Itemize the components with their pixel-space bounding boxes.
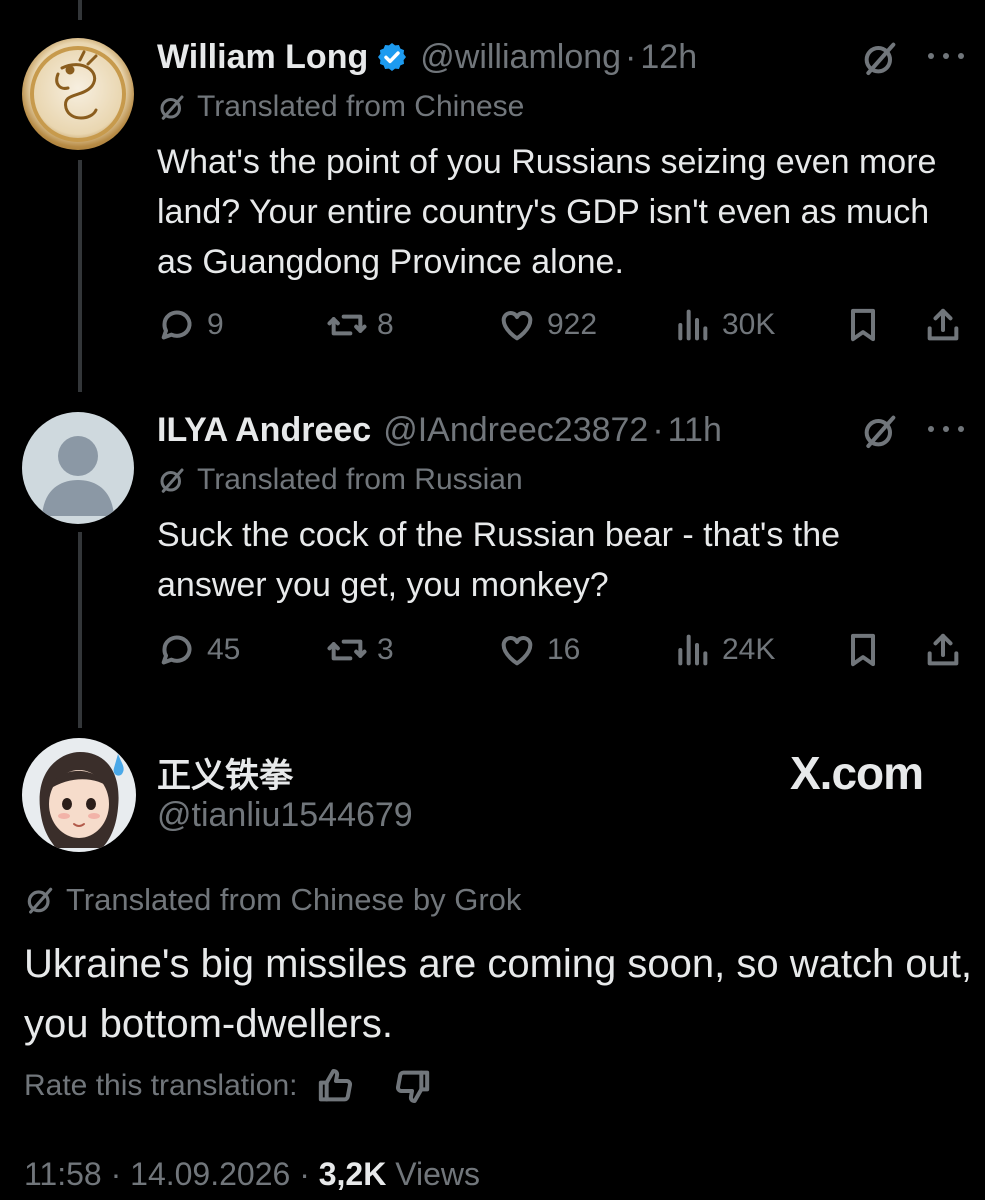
- author-handle[interactable]: @williamlong: [420, 38, 621, 77]
- main-translated-label[interactable]: Translated from Chinese by Grok: [24, 882, 521, 918]
- separator-dot: ·: [652, 410, 664, 449]
- tweet-time[interactable]: 12h: [640, 38, 697, 77]
- grok-slash-icon: [160, 468, 184, 493]
- grok-slash-icon[interactable]: [860, 38, 900, 78]
- views-count: 24K: [722, 633, 776, 666]
- share-button[interactable]: [923, 300, 963, 350]
- avatar-default[interactable]: [22, 412, 134, 524]
- author-name[interactable]: William Long: [157, 38, 368, 77]
- translated-label[interactable]: Translated from Chinese: [157, 90, 524, 124]
- reply-button[interactable]: 45: [157, 625, 240, 675]
- thumbs-down-icon[interactable]: [393, 1066, 433, 1106]
- tweet-header: ILYA Andreec @IAndreec23872 · 11h: [157, 405, 722, 455]
- x-com-watermark: X.com: [790, 747, 924, 799]
- tweet-text: What's the point of you Russians seizing…: [157, 143, 937, 281]
- reply-button[interactable]: 9: [157, 300, 224, 350]
- views-count: 30K: [722, 308, 776, 341]
- tweet-time[interactable]: 11h: [668, 411, 722, 450]
- translated-text: Translated from Chinese: [197, 90, 525, 123]
- grok-slash-icon: [27, 887, 53, 914]
- tweet-text: Suck the cock of the Russian bear - that…: [157, 516, 841, 604]
- speech-bubble-icon: [161, 635, 192, 665]
- ellipsis-dot: [958, 53, 964, 59]
- translated-label[interactable]: Translated from Russian: [157, 463, 523, 497]
- verified-badge-icon: [378, 43, 407, 71]
- translated-text: Translated from Russian: [197, 463, 523, 496]
- like-count: 16: [547, 633, 581, 666]
- separator-dot: ·: [299, 1156, 319, 1192]
- main-author-name[interactable]: 正义铁拳: [157, 748, 293, 797]
- views-count[interactable]: 3,2K: [319, 1156, 387, 1192]
- repost-count: 3: [377, 633, 394, 666]
- share-upload-icon: [927, 308, 959, 341]
- separator-dot: ·: [625, 37, 637, 76]
- speech-bubble-icon: [161, 310, 192, 340]
- tweet-william-long[interactable]: William Long @williamlong · 12h Translat…: [0, 0, 985, 380]
- author-name[interactable]: ILYA Andreec: [157, 411, 371, 450]
- repost-count: 8: [377, 308, 394, 341]
- tweet-meta-footer: 11:58 · 14.09.2026 · 3,2K Views: [24, 1156, 480, 1193]
- like-count: 922: [547, 308, 598, 341]
- bookmark-button[interactable]: [843, 625, 883, 675]
- grok-slash-icon[interactable]: [860, 411, 900, 451]
- avatar-dragon[interactable]: [22, 38, 134, 150]
- bookmark-icon: [851, 633, 875, 667]
- repost-button[interactable]: 3: [327, 625, 394, 675]
- action-bar: 9 8 922 30K: [157, 300, 967, 350]
- ellipsis-icon[interactable]: [928, 409, 964, 449]
- main-author-handle[interactable]: @tianliu1544679: [157, 796, 413, 835]
- post-time[interactable]: 11:58: [24, 1156, 102, 1192]
- separator-dot: ·: [110, 1156, 131, 1192]
- tweet-header: William Long @williamlong · 12h: [157, 32, 697, 82]
- views-button[interactable]: 30K: [672, 300, 775, 350]
- views-button[interactable]: 24K: [672, 625, 775, 675]
- main-tweet-text: Ukraine's big missiles are coming soon, …: [24, 942, 973, 1046]
- tweet-ilya-andreec[interactable]: ILYA Andreec @IAndreec23872 · 11h Transl…: [0, 375, 985, 705]
- ellipsis-icon[interactable]: [928, 36, 964, 76]
- bar-chart-icon: [678, 634, 708, 666]
- repost-arrows-icon: [327, 639, 367, 661]
- views-label: Views: [395, 1156, 480, 1192]
- thumbs-up-icon[interactable]: [315, 1066, 355, 1106]
- heart-icon: [501, 636, 533, 666]
- author-handle[interactable]: @IAndreec23872: [383, 411, 648, 450]
- reply-count: 9: [207, 308, 224, 341]
- repost-button[interactable]: 8: [327, 300, 394, 350]
- bar-chart-icon: [678, 309, 708, 341]
- bookmark-icon: [851, 308, 875, 342]
- rate-label: Rate this translation:: [24, 1069, 298, 1102]
- action-bar: 45 3 16 24K: [157, 625, 967, 675]
- bookmark-button[interactable]: [843, 300, 883, 350]
- avatar-cartoon-girl[interactable]: [22, 738, 136, 852]
- ellipsis-dot: [958, 426, 964, 432]
- grok-slash-icon: [160, 95, 184, 120]
- ellipsis-dot: [928, 53, 934, 59]
- reply-count: 45: [207, 633, 241, 666]
- share-upload-icon: [927, 633, 959, 666]
- ellipsis-dot: [943, 426, 949, 432]
- rate-translation: Rate this translation:: [24, 1066, 433, 1106]
- post-date[interactable]: 14.09.2026: [130, 1156, 290, 1192]
- like-button[interactable]: 16: [497, 625, 580, 675]
- main-translated-text: Translated from Chinese by Grok: [66, 882, 522, 917]
- repost-arrows-icon: [327, 314, 367, 336]
- heart-icon: [501, 311, 533, 341]
- ellipsis-dot: [928, 426, 934, 432]
- ellipsis-dot: [943, 53, 949, 59]
- like-button[interactable]: 922: [497, 300, 597, 350]
- share-button[interactable]: [923, 625, 963, 675]
